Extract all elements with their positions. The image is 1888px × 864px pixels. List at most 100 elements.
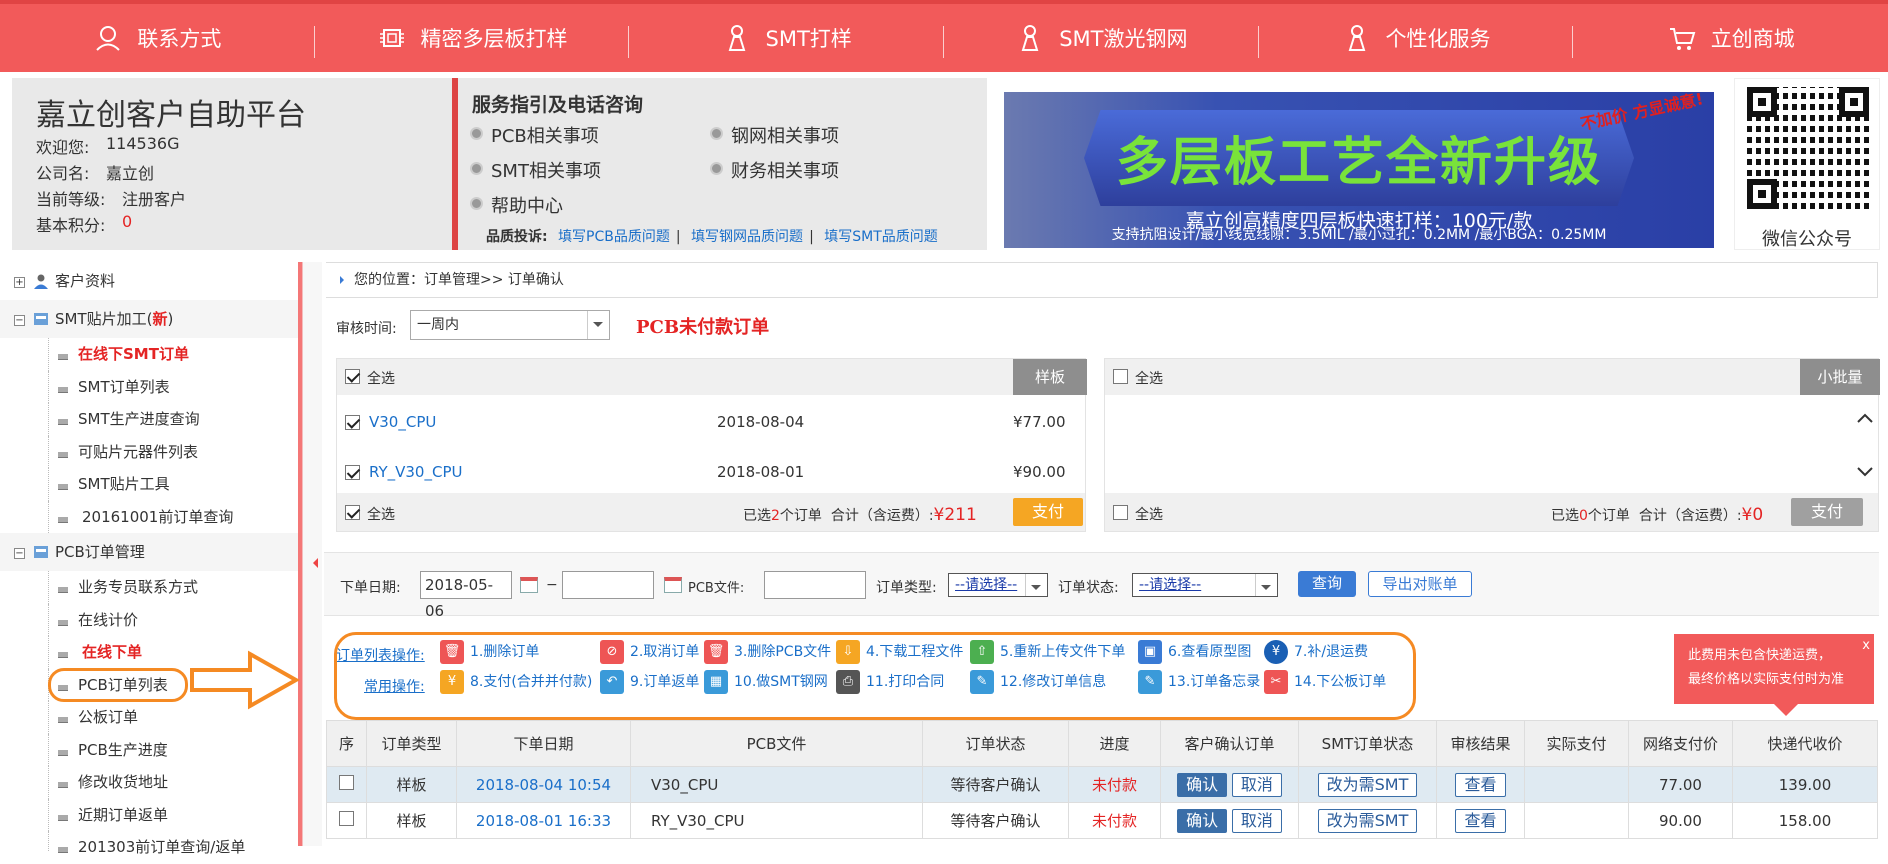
collapse-icon[interactable]: − (14, 315, 25, 326)
select-all-checkbox[interactable] (1113, 369, 1128, 384)
table-row[interactable]: 样板 2018-08-01 16:33 RY_V30_CPU 等待客户确认 未付… (326, 802, 1878, 839)
delete-file-button[interactable]: 🗑 3.删除PCB文件 (704, 640, 831, 664)
complaint-pcb-link[interactable]: 填写PCB品质问题 (558, 229, 670, 245)
freight-refund-button[interactable]: ¥7.补/退运费 (1264, 640, 1368, 664)
sidebar-item-address[interactable]: 修改收货地址 (0, 766, 298, 799)
sidebar-group-customer[interactable]: + 客户资料 (0, 262, 298, 300)
order-file-link[interactable]: RY_V30_CPU (369, 463, 462, 481)
sidebar-item-smt-order[interactable]: 在线下SMT订单 (0, 338, 298, 371)
confirm-button[interactable]: 确认 (1177, 808, 1228, 833)
order-date-link[interactable]: 2018-08-04 10:54 (456, 766, 631, 803)
sidebar-item-smt-tools[interactable]: SMT贴片工具 (0, 468, 298, 501)
print-contract-button[interactable]: ⎙ 11.打印合同 (836, 670, 944, 694)
to-smt-button[interactable]: 改为需SMT (1317, 808, 1418, 833)
collapse-icon[interactable]: − (14, 548, 25, 559)
review-button[interactable]: 查看 (1455, 772, 1506, 797)
selected-summary: 已选2个订单 合计（含运费）:¥211 (743, 505, 977, 525)
service-smt[interactable]: SMT相关事项 (470, 157, 601, 183)
smt-group-icon (34, 313, 48, 325)
cancel-order-button[interactable]: ⊘ 2.取消订单 (600, 640, 699, 664)
order-memo-button[interactable]: ✎ 13.订单备忘录 (1138, 670, 1260, 694)
row-checkbox[interactable] (339, 811, 354, 826)
select-all-checkbox[interactable] (345, 369, 360, 384)
service-stencil[interactable]: 钢网相关事项 (710, 122, 839, 148)
level-value: 注册客户 (122, 190, 187, 209)
tab-sample[interactable]: 样板 (1013, 359, 1087, 395)
sidebar-item-legacy[interactable]: 201303前订单查询/返单 (0, 831, 298, 856)
pay-merge-button[interactable]: ¥8.支付(合并并付款) (440, 670, 592, 694)
nav-contact[interactable]: 联系方式 (0, 4, 315, 72)
cancel-button[interactable]: 取消 (1231, 808, 1282, 833)
select-all-label: 全选 (1135, 507, 1163, 523)
sidebar-item-smt-progress[interactable]: SMT生产进度查询 (0, 403, 298, 436)
search-button[interactable]: 查询 (1298, 571, 1356, 597)
calendar-icon[interactable] (664, 577, 682, 593)
nav-label: 精密多层板打样 (420, 27, 568, 51)
sidebar-group-pcb[interactable]: − PCB订单管理 (0, 533, 298, 571)
date-from-input[interactable]: 2018-05-06 (420, 571, 512, 620)
audit-time-select[interactable]: 一周内 (410, 310, 610, 340)
nav-service[interactable]: 个性化服务 (1259, 4, 1574, 72)
nav-smt[interactable]: SMT打样 (629, 4, 944, 72)
order-type-select[interactable]: --请选择-- (948, 573, 1048, 597)
edit-icon: ✎ (970, 670, 994, 694)
sidebar-item-components[interactable]: 可贴片元器件列表 (0, 435, 298, 469)
group-label: 客户资料 (55, 272, 116, 290)
nav-stencil[interactable]: SMT激光钢网 (944, 4, 1259, 72)
service-finance[interactable]: 财务相关事项 (710, 157, 839, 183)
order-file-link[interactable]: V30_CPU (369, 413, 436, 431)
expand-icon[interactable]: + (14, 277, 25, 288)
date-to-input[interactable] (562, 571, 654, 599)
nav-label: 立创商城 (1710, 27, 1795, 51)
nav-label: SMT打样 (765, 27, 852, 51)
complaint-smt-link[interactable]: 填写SMT品质问题 (824, 229, 938, 245)
scroll-up-icon[interactable] (1856, 411, 1874, 425)
promo-banner[interactable]: 多层板工艺全新升级 嘉立创高精度四层板快速打样：100元/款 支持抗阻设计/最小… (1004, 92, 1714, 248)
service-help[interactable]: 帮助中心 (470, 192, 563, 218)
order-date-link[interactable]: 2018-08-01 16:33 (456, 802, 631, 839)
reorder-button[interactable]: ↶ 9.订单返单 (600, 670, 699, 694)
nav-multilayer[interactable]: 精密多层板打样 (315, 4, 630, 72)
confirm-button[interactable]: 确认 (1177, 772, 1228, 797)
edit-order-button[interactable]: ✎ 12.修改订单信息 (970, 670, 1106, 694)
order-table: 序 订单类型 下单日期 PCB文件 订单状态 进度 客户确认订单 SMT订单状态… (326, 720, 1878, 839)
select-all-checkbox[interactable] (1113, 505, 1128, 520)
row-checkbox[interactable] (345, 465, 360, 480)
sidebar-item-smt-list[interactable]: SMT订单列表 (0, 370, 298, 404)
complaint-stencil-link[interactable]: 填写钢网品质问题 (691, 229, 803, 245)
pcb-file-input[interactable] (764, 571, 866, 599)
order-status-select[interactable]: --请选择-- (1132, 573, 1278, 597)
service-pcb[interactable]: PCB相关事项 (470, 122, 599, 148)
header: 嘉立创客户自助平台 欢迎您: 114536G 公司名: 嘉立创 当前等级: 注册客户 … (0, 72, 1888, 258)
table-row[interactable]: 样板 2018-08-04 10:54 V30_CPU 等待客户确认 未付款 确… (326, 766, 1878, 803)
view-prototype-button[interactable]: ▣ 6.查看原型图 (1138, 640, 1251, 664)
delete-order-button[interactable]: 🗑 1.删除订单 (440, 640, 539, 664)
row-checkbox[interactable] (339, 775, 354, 790)
complaints: 品质投诉: 填写PCB品质问题 | 填写钢网品质问题 | 填写SMT品质问题 (486, 229, 938, 245)
sidebar-item-old-orders[interactable]: 20161001前订单查询 (0, 500, 298, 534)
scroll-down-icon[interactable] (1856, 465, 1874, 479)
reupload-button[interactable]: ⇧ 5.重新上传文件下单 (970, 640, 1125, 664)
sidebar-item-reorder[interactable]: 近期订单返单 (0, 798, 298, 832)
calendar-icon[interactable] (520, 577, 538, 593)
cancel-button[interactable]: 取消 (1231, 772, 1282, 797)
row-checkbox[interactable] (345, 415, 360, 430)
sidebar-item-quote[interactable]: 在线计价 (0, 603, 298, 637)
sidebar-group-smt[interactable]: − SMT贴片加工(新) (0, 300, 298, 338)
panel-order-button[interactable]: ✂ 14.下公板订单 (1264, 670, 1386, 694)
review-button[interactable]: 查看 (1455, 808, 1506, 833)
sidebar-toggle[interactable] (302, 262, 322, 846)
download-files-button[interactable]: ⇩ 4.下载工程文件 (836, 640, 963, 664)
tab-small-batch[interactable]: 小批量 (1800, 359, 1880, 395)
smt-stencil-button[interactable]: ▦ 10.做SMT钢网 (704, 670, 828, 694)
select-all-checkbox[interactable] (345, 505, 360, 520)
to-smt-button[interactable]: 改为需SMT (1317, 772, 1418, 797)
nav-mall[interactable]: 立创商城 (1573, 4, 1888, 72)
group-label: SMT贴片加工( (55, 310, 153, 328)
sidebar-item-sales-contact[interactable]: 业务专员联系方式 (0, 571, 298, 604)
export-button[interactable]: 导出对账单 (1368, 571, 1472, 597)
sidebar-item-pcb-progress[interactable]: PCB生产进度 (0, 733, 298, 767)
pay-button-disabled[interactable]: 支付 (1791, 498, 1863, 526)
close-icon[interactable]: x (1862, 634, 1870, 658)
pay-button[interactable]: 支付 (1013, 498, 1083, 526)
